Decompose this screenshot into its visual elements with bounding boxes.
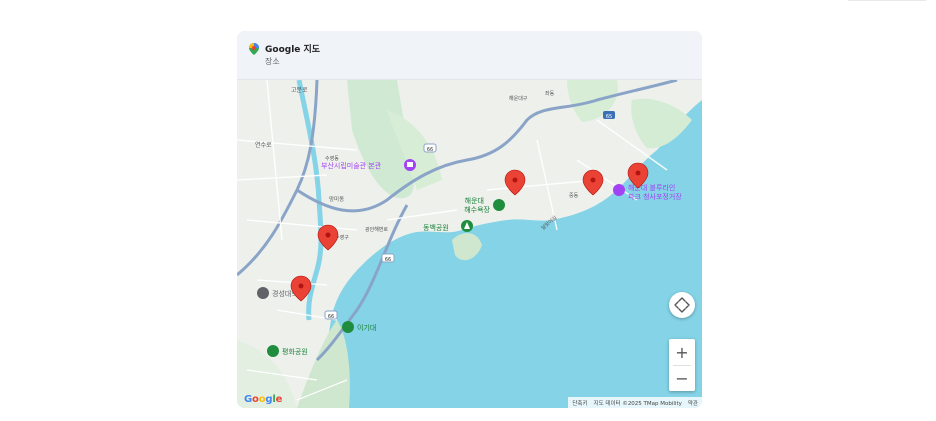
svg-text:해운대: 해운대 <box>465 196 484 205</box>
svg-text:이기대: 이기대 <box>357 323 376 332</box>
zoom-control: + − <box>669 339 695 391</box>
top-divider <box>848 0 926 1</box>
svg-text:66: 66 <box>328 314 334 320</box>
google-maps-pin-icon <box>249 43 259 55</box>
svg-text:동백공원: 동백공원 <box>423 223 449 232</box>
google-logo: Google <box>244 394 283 405</box>
map-attribution: 단축키 지도 데이터 ©2025 TMap Mobility 약관 <box>568 397 702 408</box>
map-title[interactable]: Google 지도 <box>265 42 320 55</box>
svg-text:해수욕장: 해수욕장 <box>464 205 490 214</box>
terms-link[interactable]: 약관 <box>688 399 698 407</box>
label-gobun: 고분로 <box>291 87 308 94</box>
highway-shield-66-mid: 66 <box>381 253 395 263</box>
svg-text:65: 65 <box>606 114 612 120</box>
map-data-credit: 지도 데이터 ©2025 TMap Mobility <box>593 400 682 407</box>
highway-shield-66-north: 66 <box>423 143 437 153</box>
label-jung-dong: 중동 <box>569 193 579 199</box>
label-gwangan: 광안해변로 <box>365 226 388 233</box>
label-haeundae-gu: 해운대구 <box>509 95 528 102</box>
highway-shield-65: 65 <box>603 111 615 120</box>
label-jwa-dong: 좌동 <box>545 90 555 97</box>
map-header: Google 지도 장소 <box>237 31 702 80</box>
svg-text:66: 66 <box>385 257 391 263</box>
label-mangmi: 망미동 <box>329 195 344 203</box>
highway-shield-66-south: 66 <box>324 310 338 320</box>
recenter-button[interactable] <box>669 292 695 318</box>
pan-arrows-icon <box>674 297 690 313</box>
zoom-in-button[interactable]: + <box>669 339 695 365</box>
map-embed-card: Google 지도 장소 66 65 66 66 고분로 연수로 수영동 망미동… <box>237 31 702 408</box>
svg-text:66: 66 <box>427 147 433 153</box>
zoom-out-button[interactable]: − <box>669 365 695 391</box>
shortcuts-link[interactable]: 단축키 <box>572 399 587 407</box>
label-yeonsu: 연수로 <box>255 141 272 149</box>
svg-text:부산시립미술관 본관: 부산시립미술관 본관 <box>321 161 382 170</box>
map-subtitle: 장소 <box>265 57 280 66</box>
svg-text:파크 청사포정거장: 파크 청사포정거장 <box>628 192 682 201</box>
svg-text:평화공원: 평화공원 <box>282 347 308 356</box>
map-canvas[interactable]: 66 65 66 66 고분로 연수로 수영동 망미동 해운대구 중동 좌동 수… <box>237 80 702 408</box>
label-suyeong-dong: 수영동 <box>325 155 339 162</box>
